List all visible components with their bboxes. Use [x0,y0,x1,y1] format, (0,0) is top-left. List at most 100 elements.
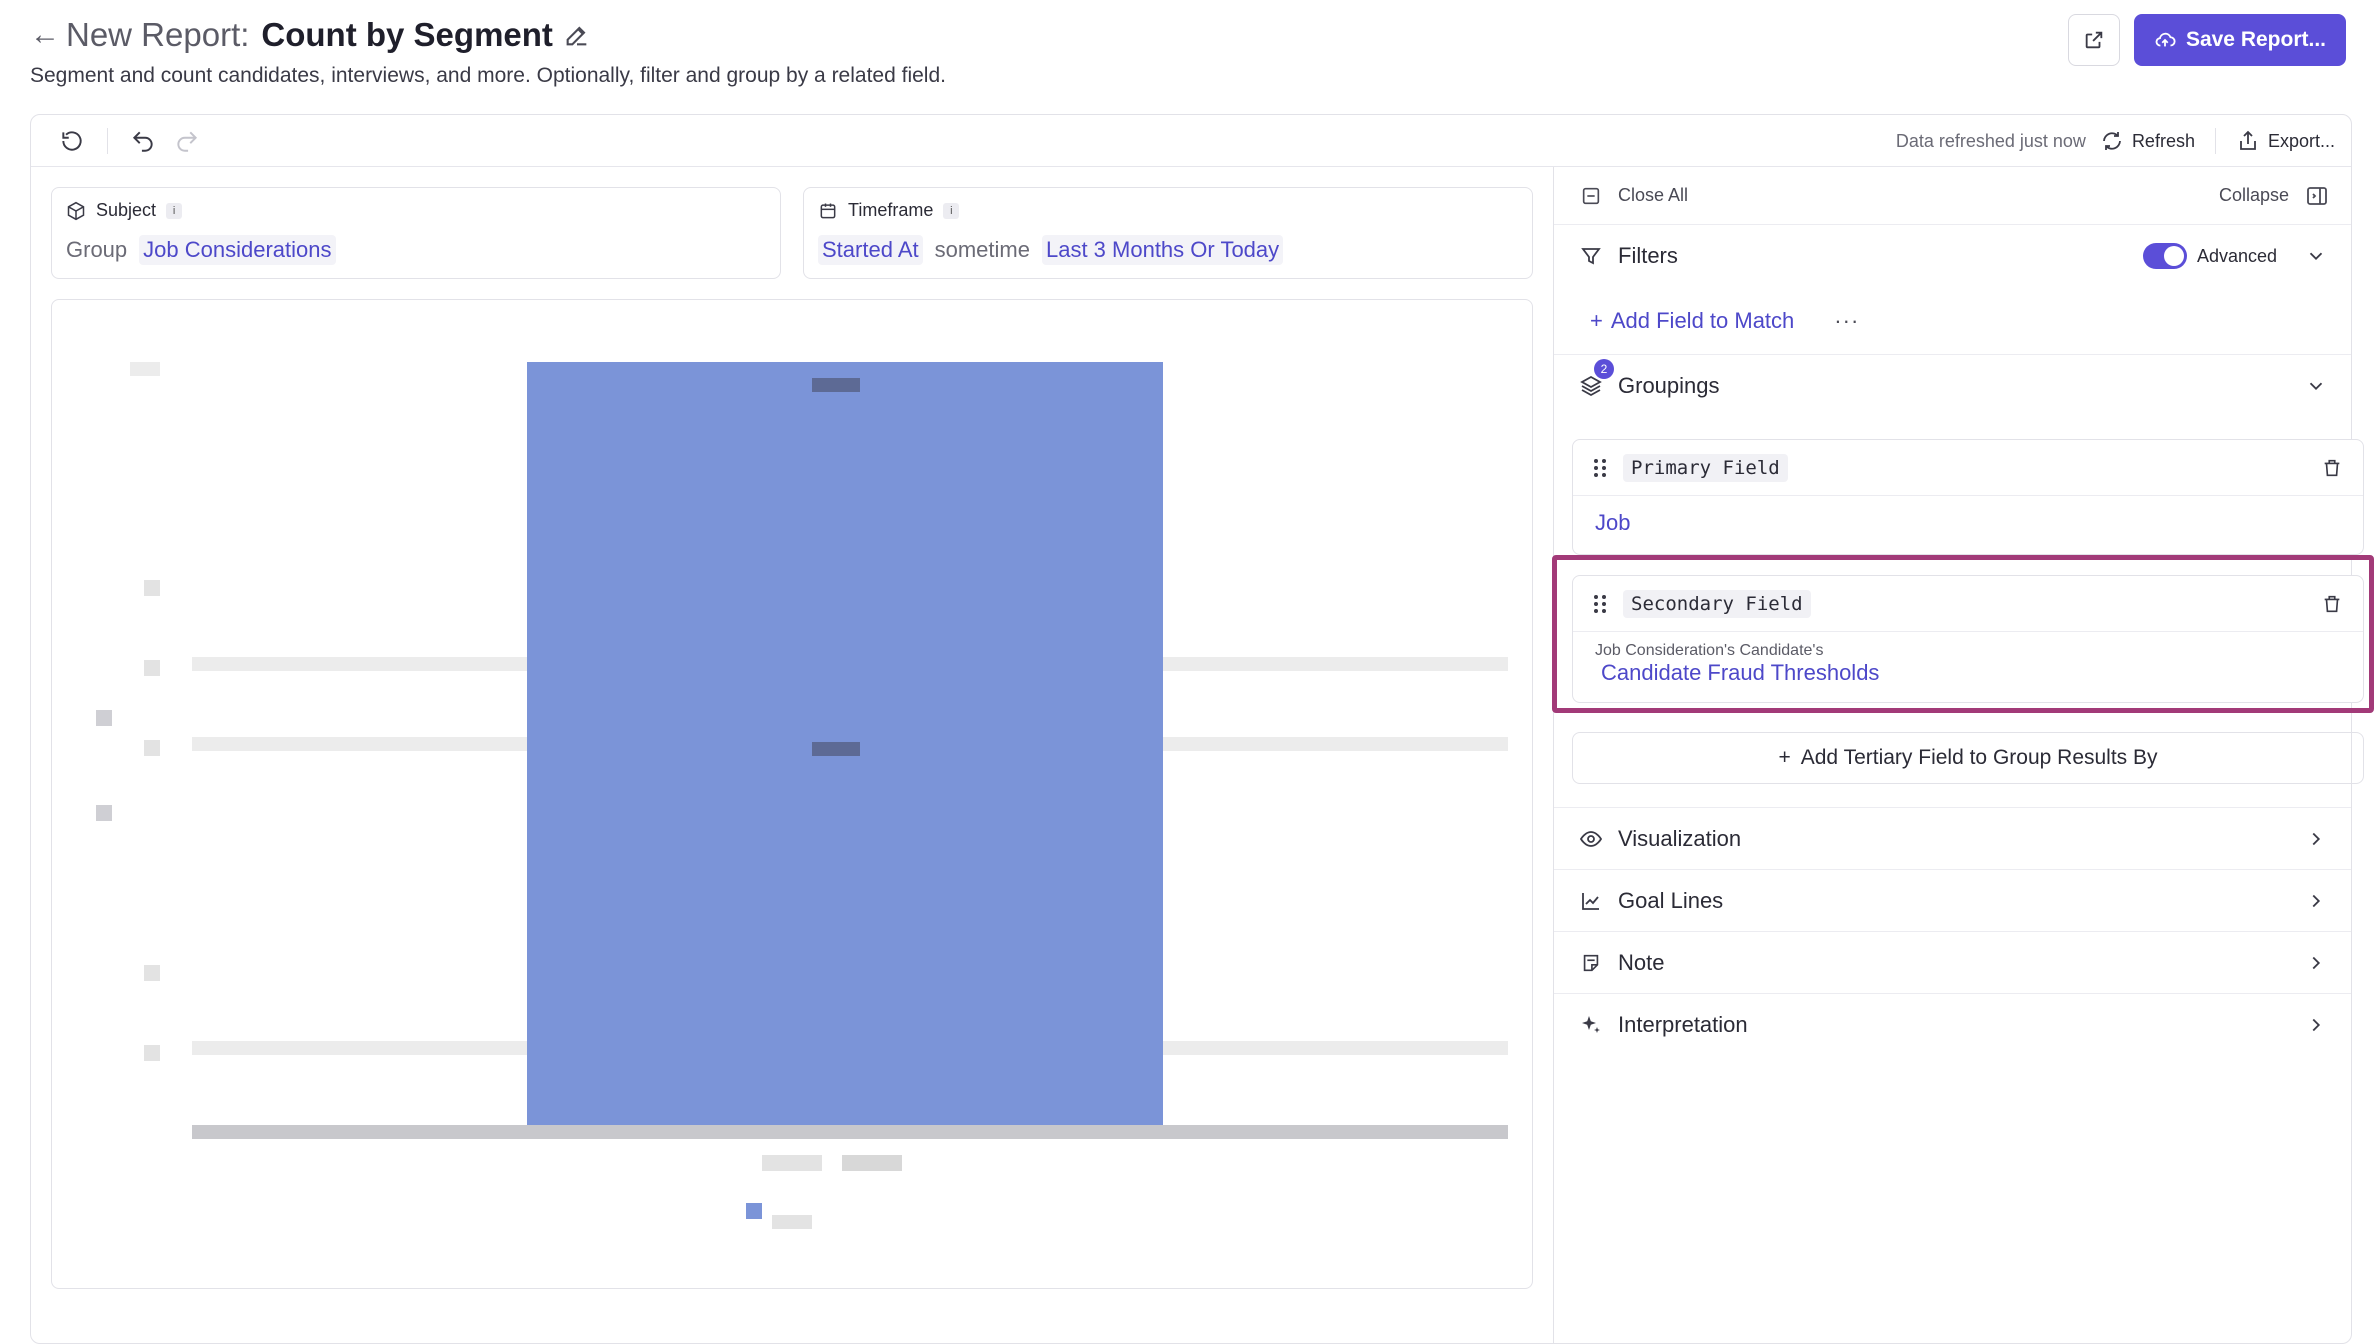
note-icon [1578,950,1604,976]
chevron-down-icon[interactable] [2305,245,2327,267]
add-tertiary-field-button[interactable]: + Add Tertiary Field to Group Results By [1572,732,2364,784]
collapse-square-icon [1582,187,1600,204]
note-label: Note [1618,949,1665,975]
y-axis-label [96,710,112,726]
primary-field-header: Primary Field [1573,440,2363,496]
interpretation-label: Interpretation [1618,1011,1748,1037]
bar-data-label [812,378,860,392]
timeframe-range-link[interactable]: Last 3 Months Or Today [1041,235,1284,265]
report-title: Count by Segment [261,16,553,53]
groupings-count-badge: 2 [1594,359,1614,379]
more-options-icon[interactable]: ··· [1834,308,1859,334]
primary-field-card: Primary Field Job [1572,439,2364,555]
report-card: Data refreshed just now Refresh Export..… [30,114,2374,1344]
timeframe-label: Timeframe [848,200,934,220]
subject-value-link[interactable]: Job Considerations [139,235,336,265]
x-axis-line [192,1125,1508,1139]
info-icon[interactable]: i [943,202,960,219]
bar-data-label [812,742,860,756]
trash-icon[interactable] [2321,457,2343,479]
subject-label: Subject [96,200,157,220]
timeframe-field-link[interactable]: Started At [818,235,923,265]
sidebar-collapse-icon [2307,186,2327,205]
groupings-section-header[interactable]: 2 Groupings [1554,355,2351,417]
back-arrow-icon[interactable]: ← [30,18,60,52]
redo-icon[interactable] [170,124,204,158]
report-settings-panel: Close All Collapse Filters Advanced + Ad… [1552,167,2374,1343]
visualization-section[interactable]: Visualization [1554,807,2351,869]
export-button[interactable]: Export... [2236,129,2335,153]
close-all-button[interactable] [1578,183,1604,209]
subject-prefix: Group [66,237,128,262]
primary-field-chip: Primary Field [1623,453,1788,482]
filter-icon [1578,243,1604,269]
open-external-button[interactable] [2067,14,2120,66]
legend-label [772,1215,812,1229]
plus-icon: + [1778,746,1791,769]
add-field-to-match-button[interactable]: + Add Field to Match [1590,308,1794,334]
y-tick-label [144,660,160,676]
y-tick-label [130,362,160,376]
page-header: ← New Report: Count by Segment Segment a… [30,14,2346,94]
y-tick-label [144,740,160,756]
save-report-button[interactable]: Save Report... [2133,14,2346,66]
filters-section-header[interactable]: Filters Advanced [1554,225,2351,287]
chevron-right-icon[interactable] [2305,952,2327,974]
filters-label: Filters [1618,243,1678,268]
add-field-label: Add Field to Match [1610,307,1795,333]
pencil-edit-icon[interactable] [563,21,591,49]
add-tertiary-label: Add Tertiary Field to Group Results By [1800,746,2158,769]
refresh-icon [2103,132,2121,150]
y-tick-label [144,965,160,981]
header-actions: Save Report... [2067,14,2346,66]
export-icon [2240,130,2256,150]
goal-lines-section[interactable]: Goal Lines [1554,869,2351,931]
close-all-label[interactable]: Close All [1618,185,1688,206]
y-tick-label [144,580,160,596]
timeframe-selector[interactable]: Timeframe i Started At sometime Last 3 M… [803,187,1533,279]
subject-header: Subject i [66,200,766,221]
toolbar-divider-right [2214,128,2216,154]
legend-swatch [746,1203,762,1219]
save-report-label: Save Report... [2185,28,2326,51]
report-main-area: Subject i Group Job Considerations Timef… [31,167,1553,1343]
y-tick-label [144,1045,160,1061]
highlight-box [1552,555,2374,713]
collapse-panel-button[interactable]: Collapse [2219,184,2329,208]
refresh-label: Refresh [2131,130,2195,151]
title-prefix: New Report: [66,16,250,53]
cloud-upload-icon [2155,32,2176,47]
export-label: Export... [2267,130,2335,151]
timeframe-header: Timeframe i [818,200,1518,221]
undo-icon[interactable] [126,124,160,158]
drag-handle-icon[interactable] [1593,457,1607,479]
chart-container [51,299,1533,1289]
groupings-label: Groupings [1618,373,1720,398]
calendar-icon [820,203,836,218]
x-tick-label [762,1155,822,1171]
chevron-right-icon[interactable] [2305,1014,2327,1036]
refresh-note: Data refreshed just now [1895,130,2086,151]
primary-field-value-link[interactable]: Job [1595,510,1630,535]
advanced-label: Advanced [2196,245,2277,266]
interpretation-section[interactable]: Interpretation [1554,993,2351,1055]
x-tick-label [842,1155,902,1171]
panel-header: Close All Collapse [1554,167,2351,225]
info-icon[interactable]: i [166,202,183,219]
chevron-right-icon[interactable] [2305,828,2327,850]
primary-field-body: Job [1573,496,2363,546]
note-section[interactable]: Note [1554,931,2351,993]
collapse-label: Collapse [2218,185,2289,205]
subject-value-row: Group Job Considerations [66,235,766,265]
advanced-toggle[interactable]: Advanced [2142,243,2277,269]
eye-icon [1578,826,1604,852]
refresh-button[interactable]: Refresh [2100,129,2195,153]
chevron-down-icon[interactable] [2305,375,2327,397]
y-axis-label [96,805,112,821]
chevron-right-icon[interactable] [2305,890,2327,912]
page-subtitle: Segment and count candidates, interviews… [30,64,946,87]
subject-selector[interactable]: Subject i Group Job Considerations [51,187,781,279]
reset-icon[interactable] [55,124,89,158]
advanced-switch[interactable] [2142,243,2187,269]
toolbar-right: Data refreshed just now Refresh Export..… [1896,115,2335,167]
